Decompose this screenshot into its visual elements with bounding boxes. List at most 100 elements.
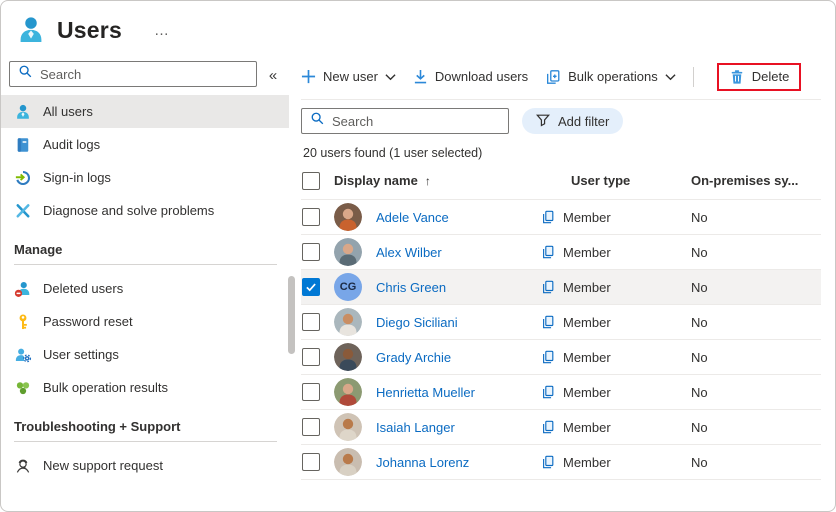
user-name-link[interactable]: Grady Archie [376, 350, 451, 365]
sidebar-item-label: Sign-in logs [43, 170, 111, 185]
signin-icon [14, 169, 32, 187]
sidebar-item-sign-in-logs[interactable]: Sign-in logs [1, 161, 289, 194]
on-premises-cell: No [691, 210, 821, 225]
sidebar: « All users Audit logs Sign-in logs Diagnos… [1, 50, 289, 500]
sidebar-search-row: « [1, 61, 289, 95]
select-all-checkbox[interactable] [302, 172, 320, 190]
copy-icon[interactable] [541, 280, 555, 294]
page-header: Users … [1, 1, 835, 50]
delete-label: Delete [752, 69, 790, 84]
sidebar-item-label: New support request [43, 458, 163, 473]
sort-ascending-icon: ↑ [425, 174, 431, 188]
add-filter-button[interactable]: Add filter [522, 108, 623, 134]
sidebar-search-input[interactable] [40, 67, 248, 82]
copy-icon[interactable] [541, 210, 555, 224]
row-checkbox[interactable] [302, 383, 320, 401]
sidebar-item-audit-logs[interactable]: Audit logs [1, 128, 289, 161]
user-name-link[interactable]: Henrietta Mueller [376, 385, 475, 400]
user-type-value: Member [563, 385, 611, 400]
new-user-button[interactable]: New user [301, 69, 396, 84]
copy-icon[interactable] [541, 315, 555, 329]
avatar [334, 238, 362, 266]
user-name-link[interactable]: Isaiah Langer [376, 420, 455, 435]
table-row-adele-vance: Adele VanceMemberNo [301, 200, 821, 235]
row-checkbox[interactable] [302, 348, 320, 366]
sidebar-item-label: Audit logs [43, 137, 100, 152]
toolbar: New user Download users Bulk operations [301, 61, 821, 100]
row-checkbox[interactable] [302, 313, 320, 331]
on-premises-cell: No [691, 350, 821, 365]
user-name-link[interactable]: Johanna Lorenz [376, 455, 469, 470]
main-content: New user Download users Bulk operations [289, 50, 835, 500]
copy-icon[interactable] [541, 420, 555, 434]
table-header: Display name ↑ User type On-premises sy.… [301, 162, 821, 200]
user-type-cell: Member [541, 280, 691, 295]
copy-icon[interactable] [541, 350, 555, 364]
sidebar-item-password-reset[interactable]: Password reset [1, 305, 289, 338]
table-row-diego-siciliani: Diego Siciliani Member No [301, 305, 821, 340]
row-checkbox[interactable] [302, 453, 320, 471]
sidebar-item-label: All users [43, 104, 93, 119]
users-search-input[interactable] [332, 114, 500, 129]
avatar [334, 343, 362, 371]
bulk-operations-label: Bulk operations [568, 69, 658, 84]
copy-add-icon [545, 69, 561, 85]
user-name-link[interactable]: Diego Siciliani [376, 315, 458, 330]
toolbar-divider [693, 67, 694, 87]
row-checkbox[interactable] [302, 278, 320, 296]
search-icon [18, 64, 33, 84]
table-row-henrietta-mueller: Henrietta MuellerMemberNo [301, 375, 821, 410]
user-type-value: Member [563, 315, 611, 330]
scrollbar-thumb[interactable] [288, 276, 295, 354]
sidebar-item-label: Deleted users [43, 281, 123, 296]
add-filter-label: Add filter [558, 114, 609, 129]
user-name-link[interactable]: Chris Green [376, 280, 446, 295]
chevron-down-icon [665, 73, 676, 81]
section-divider [14, 441, 277, 442]
download-icon [413, 69, 428, 84]
page-body: « All users Audit logs Sign-in logs Diagnos… [1, 50, 835, 500]
person-remove-icon [14, 280, 32, 298]
sidebar-item-new-support-request[interactable]: New support request [1, 449, 289, 482]
filter-icon [536, 113, 550, 130]
display-name-cell: Grady Archie [376, 350, 541, 365]
column-user-type[interactable]: User type [541, 173, 691, 188]
user-name-link[interactable]: Alex Wilber [376, 245, 442, 260]
download-users-button[interactable]: Download users [413, 69, 528, 84]
sidebar-item-deleted-users[interactable]: Deleted users [1, 272, 289, 305]
clover-icon [14, 379, 32, 397]
copy-icon[interactable] [541, 385, 555, 399]
on-premises-cell: No [691, 315, 821, 330]
user-type-cell: Member [541, 315, 691, 330]
bulk-operations-button[interactable]: Bulk operations [545, 69, 676, 85]
person-gear-icon [14, 346, 32, 364]
column-on-premises[interactable]: On-premises sy... [691, 173, 821, 188]
page-title: Users [57, 17, 122, 44]
sidebar-item-bulk-operation-results[interactable]: Bulk operation results [1, 371, 289, 404]
sidebar-search [9, 61, 257, 87]
sidebar-item-label: Diagnose and solve problems [43, 203, 214, 218]
display-name-header-label: Display name [334, 173, 418, 188]
table-row-grady-archie: Grady ArchieMemberNo [301, 340, 821, 375]
row-checkbox[interactable] [302, 208, 320, 226]
collapse-sidebar-button[interactable]: « [257, 65, 283, 84]
user-type-cell: Member [541, 385, 691, 400]
sidebar-item-all-users[interactable]: All users [1, 95, 289, 128]
users-table: Adele VanceMemberNoAlex WilberMemberNoCG… [301, 200, 821, 480]
copy-icon[interactable] [541, 455, 555, 469]
row-checkbox[interactable] [302, 418, 320, 436]
column-display-name[interactable]: Display name ↑ [334, 173, 541, 188]
copy-icon[interactable] [541, 245, 555, 259]
sidebar-item-diagnose-and-solve-problems[interactable]: Diagnose and solve problems [1, 194, 289, 227]
page-container: Users … « All users Audit logs Sign-in log… [0, 0, 836, 512]
user-type-value: Member [563, 420, 611, 435]
more-options-button[interactable]: … [150, 22, 174, 39]
sidebar-scrollbar[interactable] [288, 88, 295, 493]
user-name-link[interactable]: Adele Vance [376, 210, 449, 225]
row-checkbox[interactable] [302, 243, 320, 261]
sidebar-item-user-settings[interactable]: User settings [1, 338, 289, 371]
delete-highlight-annotation: Delete [717, 63, 802, 91]
delete-button[interactable]: Delete [729, 69, 790, 85]
person-icon [14, 103, 32, 121]
headset-icon [14, 457, 32, 475]
